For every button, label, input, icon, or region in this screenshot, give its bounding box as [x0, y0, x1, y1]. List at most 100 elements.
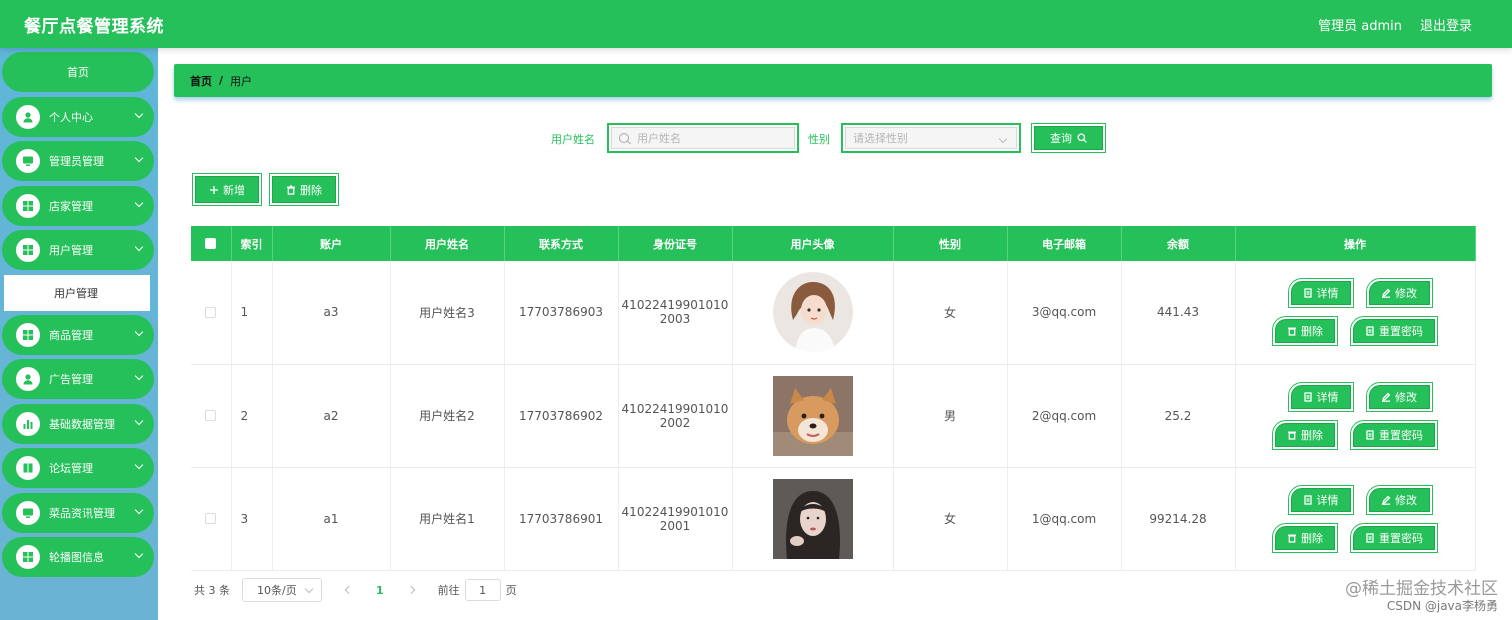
- delete-button[interactable]: 删除: [1275, 525, 1335, 550]
- reset-password-button[interactable]: 重置密码: [1353, 525, 1435, 550]
- sidebar-item-label: 菜品资讯管理: [49, 506, 115, 520]
- id-number-line: 2003: [659, 312, 691, 327]
- delete-button-wrap: 删除: [1272, 419, 1338, 450]
- chevron-down-icon: [134, 109, 144, 118]
- edit-button[interactable]: 修改: [1368, 281, 1430, 306]
- gender-label: 性别: [808, 133, 830, 146]
- delete-button[interactable]: 删除: [1275, 422, 1335, 447]
- cell-actions: 详情 修改 删除 重置密码: [1235, 364, 1476, 468]
- sidebar-item-products[interactable]: 商品管理: [2, 314, 154, 355]
- edit-button[interactable]: 修改: [1368, 487, 1430, 512]
- sidebar-item-home[interactable]: 首页: [2, 52, 154, 92]
- sidebar-item-label: 商品管理: [49, 328, 93, 342]
- gender-select[interactable]: 请选择性别: [841, 123, 1021, 153]
- id-number-line: 2001: [659, 518, 691, 533]
- id-number-line: 41022419901010: [621, 298, 729, 313]
- detail-button[interactable]: 详情: [1290, 281, 1351, 306]
- chevron-down-icon: [998, 134, 1008, 144]
- logout-link[interactable]: 退出登录: [1420, 15, 1472, 34]
- book-icon: [16, 456, 40, 480]
- name-search-input[interactable]: [637, 131, 777, 145]
- avatar[interactable]: [772, 478, 853, 559]
- grid-icon: [16, 545, 40, 569]
- cell-phone: 17703786903: [504, 261, 619, 365]
- breadcrumb-home[interactable]: 首页: [190, 73, 212, 89]
- sidebar-item-label: 广告管理: [49, 373, 93, 386]
- sidebar-item-label: 论坛管理: [49, 462, 93, 475]
- name-label: 用户姓名: [551, 133, 595, 146]
- chevron-down-icon: [134, 371, 144, 381]
- id-number-line: 41022419901010: [621, 401, 729, 416]
- reset-password-button-wrap: 重置密码: [1350, 419, 1438, 450]
- user-table: 索引 账户 用户姓名 联系方式 身份证号 用户头像 性别 电子邮箱 余额 操作 …: [191, 226, 1476, 571]
- page-size-select[interactable]: 10条/页: [242, 578, 322, 602]
- sidebar-item-label: 基础数据管理: [49, 417, 115, 431]
- cell-avatar: [732, 467, 894, 571]
- row-checkbox[interactable]: [205, 306, 217, 318]
- bulk-delete-button[interactable]: 删除: [272, 176, 336, 203]
- search-icon: [1077, 133, 1087, 143]
- sidebar-item-personal-center[interactable]: 个人中心: [2, 96, 154, 137]
- chevron-down-icon: [134, 505, 144, 514]
- select-all-checkbox[interactable]: [205, 238, 217, 249]
- page-size-value: 10条/页: [257, 584, 297, 597]
- gender-select-placeholder: 请选择性别: [853, 132, 908, 145]
- user-icon: [16, 104, 40, 129]
- sidebar-item-label: 管理员管理: [49, 155, 104, 168]
- avatar[interactable]: [772, 375, 853, 456]
- reset-password-button-wrap: 重置密码: [1350, 522, 1438, 553]
- sidebar-item-ads[interactable]: 广告管理: [2, 359, 154, 399]
- detail-button[interactable]: 详情: [1290, 384, 1351, 409]
- page-number[interactable]: 1: [376, 584, 384, 597]
- id-number-line: 2002: [659, 415, 691, 430]
- delete-button[interactable]: 删除: [1275, 319, 1335, 344]
- prev-page-icon[interactable]: [344, 585, 354, 595]
- sidebar-item-carousel[interactable]: 轮播图信息: [2, 537, 154, 577]
- trash-icon: [1287, 326, 1297, 336]
- chevron-down-icon: [134, 460, 144, 470]
- row-checkbox[interactable]: [205, 410, 217, 421]
- sidebar-item-dish-news[interactable]: 菜品资讯管理: [2, 492, 154, 533]
- table-row: 3 a1 用户姓名1 17703786901 41022419901010 200…: [191, 467, 1476, 571]
- sidebar-item-store[interactable]: 店家管理: [2, 185, 154, 226]
- cell-phone: 17703786902: [504, 364, 619, 468]
- sidebar-subitem-user-management[interactable]: 用户管理: [4, 274, 150, 311]
- column-header: 用户姓名: [390, 226, 505, 261]
- row-checkbox[interactable]: [205, 513, 217, 524]
- cell-id-number: 41022419901010 2003: [618, 261, 733, 365]
- detail-label: 详情: [1316, 493, 1339, 507]
- reset-password-button[interactable]: 重置密码: [1353, 422, 1435, 447]
- sidebar-item-users[interactable]: 用户管理: [2, 230, 154, 270]
- sidebar-item-base-data[interactable]: 基础数据管理: [2, 403, 154, 444]
- cell-email: 2@qq.com: [1007, 364, 1122, 468]
- cell-name: 用户姓名3: [390, 261, 505, 365]
- cell-name: 用户姓名1: [390, 467, 505, 571]
- add-button-label: 新增: [223, 183, 245, 197]
- edit-button[interactable]: 修改: [1368, 384, 1430, 409]
- delete-button-wrap: 删除: [1272, 316, 1338, 347]
- sidebar-item-forum[interactable]: 论坛管理: [2, 448, 154, 488]
- pagination-total: 共 3 条: [194, 584, 230, 597]
- detail-button-wrap: 详情: [1287, 484, 1354, 515]
- cell-account: a1: [272, 467, 391, 571]
- cell-phone: 17703786901: [504, 467, 619, 571]
- add-button[interactable]: 新增: [195, 176, 259, 203]
- grid-icon: [16, 238, 40, 262]
- reset-password-button[interactable]: 重置密码: [1353, 319, 1435, 344]
- user-icon: [16, 367, 40, 391]
- id-number-line: 41022419901010: [621, 504, 729, 519]
- next-page-icon[interactable]: [406, 585, 415, 595]
- chevron-down-icon: [134, 242, 144, 252]
- column-header: 余额: [1121, 226, 1236, 261]
- detail-button[interactable]: 详情: [1290, 487, 1351, 512]
- edit-button-wrap: 修改: [1365, 381, 1433, 412]
- reset-password-label: 重置密码: [1379, 325, 1423, 339]
- goto-page-input[interactable]: 1: [464, 579, 501, 601]
- document-icon: [1365, 429, 1375, 440]
- cell-account: a2: [272, 364, 391, 468]
- query-button[interactable]: 查询: [1034, 126, 1103, 150]
- cell-account: a3: [272, 261, 391, 365]
- sidebar-item-admin[interactable]: 管理员管理: [2, 141, 154, 181]
- avatar[interactable]: [772, 272, 853, 353]
- current-user[interactable]: 管理员 admin: [1318, 15, 1402, 34]
